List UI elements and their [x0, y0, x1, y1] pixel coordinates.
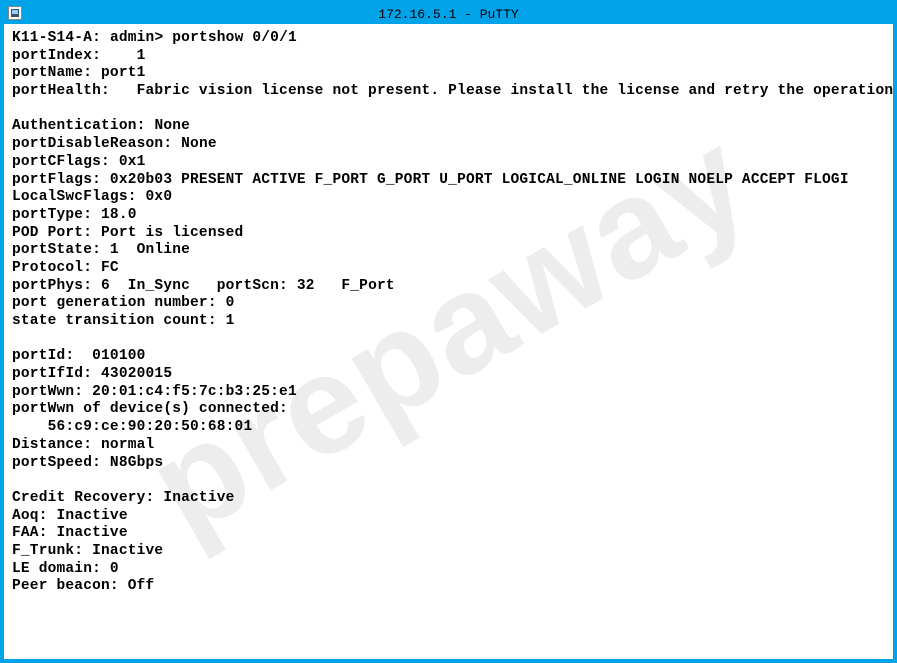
prompt-command: portshow 0/0/1 — [172, 30, 297, 46]
line-wwnconnected: portWwn of device(s) connected: — [12, 401, 288, 417]
line-localswcflags: LocalSwcFlags: 0x0 — [12, 189, 172, 205]
line-portspeed: portSpeed: N8Gbps — [12, 455, 163, 471]
putty-window: 172.16.5.1 - PuTTY K11-S14-A: admin> por… — [0, 0, 897, 663]
prompt-user: admin — [110, 30, 155, 46]
line-portifid: portIfId: 43020015 — [12, 366, 172, 382]
line-porthealth: portHealth: Fabric vision license not pr… — [12, 83, 893, 99]
terminal-area[interactable]: K11-S14-A: admin> portshow 0/0/1 portInd… — [4, 24, 893, 659]
line-portstate: portState: 1 Online — [12, 242, 190, 258]
line-portflags: portFlags: 0x20b03 PRESENT ACTIVE F_PORT… — [12, 172, 849, 188]
line-aoq: Aoq: Inactive — [12, 508, 128, 524]
titlebar[interactable]: 172.16.5.1 - PuTTY — [4, 4, 893, 24]
line-portid: portId: 010100 — [12, 348, 146, 364]
line-distance: Distance: normal — [12, 437, 154, 453]
line-creditrecovery: Credit Recovery: Inactive — [12, 490, 235, 506]
line-portcflags: portCFlags: 0x1 — [12, 154, 146, 170]
line-porttype: portType: 18.0 — [12, 207, 137, 223]
window-title: 172.16.5.1 - PuTTY — [378, 7, 518, 22]
putty-icon — [8, 6, 22, 20]
line-portdisablereason: portDisableReason: None — [12, 136, 217, 152]
prompt-line: K11-S14-A: admin> portshow 0/0/1 — [12, 30, 297, 46]
line-faa: FAA: Inactive — [12, 525, 128, 541]
line-podport: POD Port: Port is licensed — [12, 225, 243, 241]
line-ledomain: LE domain: 0 — [12, 561, 119, 577]
line-ftrunk: F_Trunk: Inactive — [12, 543, 163, 559]
line-connecteddevice: 56:c9:ce:90:20:50:68:01 — [12, 419, 252, 435]
line-portphys: portPhys: 6 In_Sync portScn: 32 F_Port — [12, 278, 395, 294]
line-portindex: portIndex: 1 — [12, 48, 146, 64]
line-statetrans: state transition count: 1 — [12, 313, 235, 329]
line-peerbeacon: Peer beacon: Off — [12, 578, 154, 594]
line-portname: portName: port1 — [12, 65, 146, 81]
line-portwwn: portWwn: 20:01:c4:f5:7c:b3:25:e1 — [12, 384, 297, 400]
line-protocol: Protocol: FC — [12, 260, 119, 276]
prompt-host: K11-S14-A — [12, 30, 92, 46]
line-portgen: port generation number: 0 — [12, 295, 235, 311]
line-auth: Authentication: None — [12, 118, 190, 134]
